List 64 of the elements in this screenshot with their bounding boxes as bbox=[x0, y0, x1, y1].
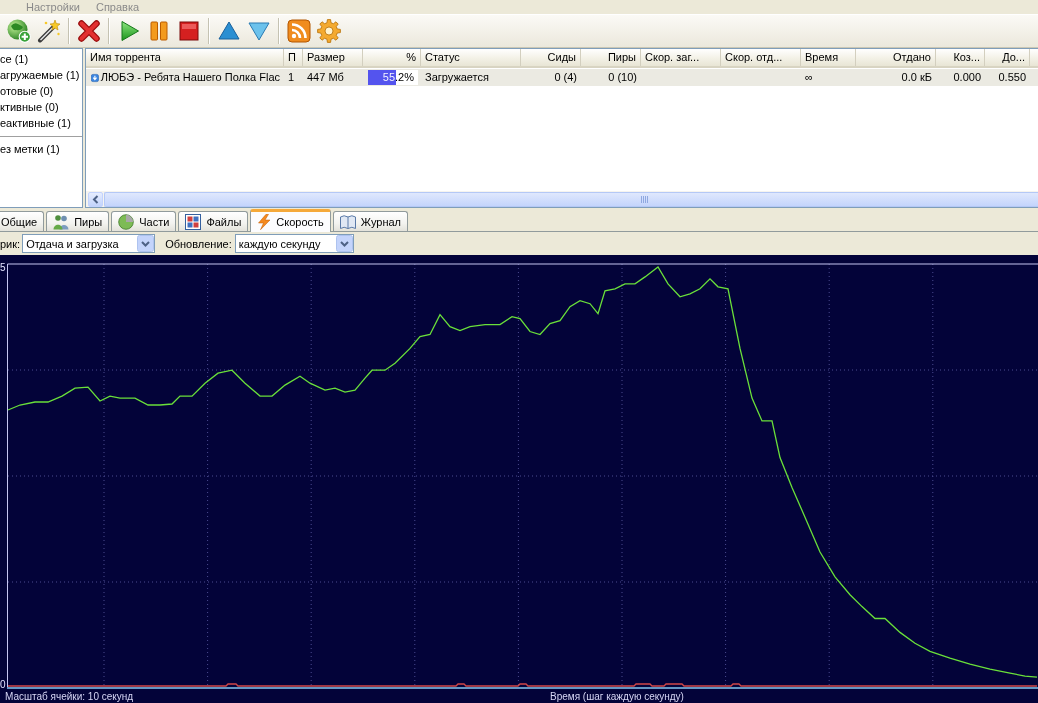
table-cell-text: 0 (4) bbox=[553, 70, 578, 85]
chevron-down-icon bbox=[137, 235, 155, 252]
magic-wand-icon bbox=[37, 19, 61, 43]
dropdown-label: рик: bbox=[0, 237, 21, 250]
column-header[interactable]: Статус bbox=[421, 49, 521, 66]
settings-icon bbox=[317, 19, 341, 43]
y-axis-label: 5 bbox=[0, 262, 6, 273]
delete-icon bbox=[77, 19, 101, 43]
rss-icon bbox=[287, 19, 311, 43]
column-header[interactable]: Скор. отд... bbox=[721, 49, 801, 66]
column-header[interactable]: % bbox=[363, 49, 421, 66]
column-header[interactable]: Скор. заг... bbox=[641, 49, 721, 66]
sidebar-item[interactable]: еактивные (1) bbox=[0, 115, 71, 131]
table-cell-text: 0 (10) bbox=[607, 70, 638, 85]
column-header[interactable]: Отдано bbox=[856, 49, 936, 66]
column-header[interactable]: Сиды bbox=[521, 49, 581, 66]
settings-button[interactable] bbox=[314, 16, 344, 46]
table-cell-text: 0.000 bbox=[952, 70, 982, 85]
table-cell-text: 447 Мб bbox=[306, 70, 345, 85]
book-icon bbox=[339, 213, 356, 230]
grid-icon bbox=[185, 213, 202, 230]
dropdown[interactable]: каждую секунду bbox=[234, 234, 354, 253]
y-axis-label: 0 bbox=[0, 679, 6, 690]
tab[interactable]: Скорость bbox=[250, 209, 331, 232]
column-header[interactable]: Коз... bbox=[936, 49, 985, 66]
sidebar-item[interactable]: отовые (0) bbox=[0, 83, 54, 99]
ball-icon bbox=[118, 213, 135, 230]
dropdown[interactable]: Отдача и загрузка bbox=[22, 234, 156, 253]
table-cell-text: Загружается bbox=[424, 70, 490, 85]
stop-icon bbox=[177, 19, 201, 43]
tab[interactable]: Журнал bbox=[332, 211, 408, 231]
lightning-icon bbox=[257, 214, 272, 230]
triangle-up-icon bbox=[217, 19, 241, 43]
people-icon bbox=[53, 213, 70, 230]
chevron-down-icon bbox=[335, 235, 353, 252]
torrent-name: ЛЮБЭ - Ребята Нашего Полка Flac bbox=[100, 70, 280, 85]
column-header[interactable]: Пиры bbox=[581, 49, 641, 66]
scroll-left-button[interactable] bbox=[88, 192, 103, 207]
column-header[interactable]: П bbox=[284, 49, 303, 66]
scale-caption: Масштаб ячейки: 10 секунд bbox=[5, 691, 135, 703]
column-header[interactable]: До... bbox=[985, 49, 1030, 66]
globe-plus-icon bbox=[7, 19, 31, 43]
sidebar-item[interactable]: агружаемые (1) bbox=[0, 67, 80, 83]
column-header[interactable]: Время bbox=[801, 49, 856, 66]
tab[interactable]: Общие bbox=[0, 211, 45, 231]
chevron-left-icon bbox=[92, 195, 99, 204]
sidebar-item[interactable]: ез метки (1) bbox=[0, 141, 60, 157]
time-axis-caption: Время (шаг каждую секунду) bbox=[550, 691, 685, 703]
tab[interactable]: Файлы bbox=[178, 211, 249, 231]
column-header[interactable]: Имя торрента bbox=[86, 49, 284, 66]
column-header[interactable]: Размер bbox=[303, 49, 363, 66]
table-cell-text: 1 bbox=[287, 70, 296, 85]
tab[interactable]: Пиры bbox=[46, 211, 110, 231]
sidebar-item[interactable]: ктивные (0) bbox=[0, 99, 59, 115]
tab[interactable]: Части bbox=[111, 211, 177, 231]
grip-icon bbox=[641, 196, 649, 203]
table-cell-text: ∞ bbox=[804, 70, 814, 85]
pause-icon bbox=[147, 19, 171, 43]
dropdown-label: Обновление: bbox=[165, 237, 232, 250]
table-cell-text: 0.550 bbox=[997, 70, 1027, 85]
triangle-down-icon bbox=[247, 19, 271, 43]
sidebar-item[interactable]: се (1) bbox=[0, 51, 29, 67]
table-cell-text: 0.0 кБ bbox=[900, 70, 933, 85]
rss-button[interactable] bbox=[284, 16, 314, 46]
